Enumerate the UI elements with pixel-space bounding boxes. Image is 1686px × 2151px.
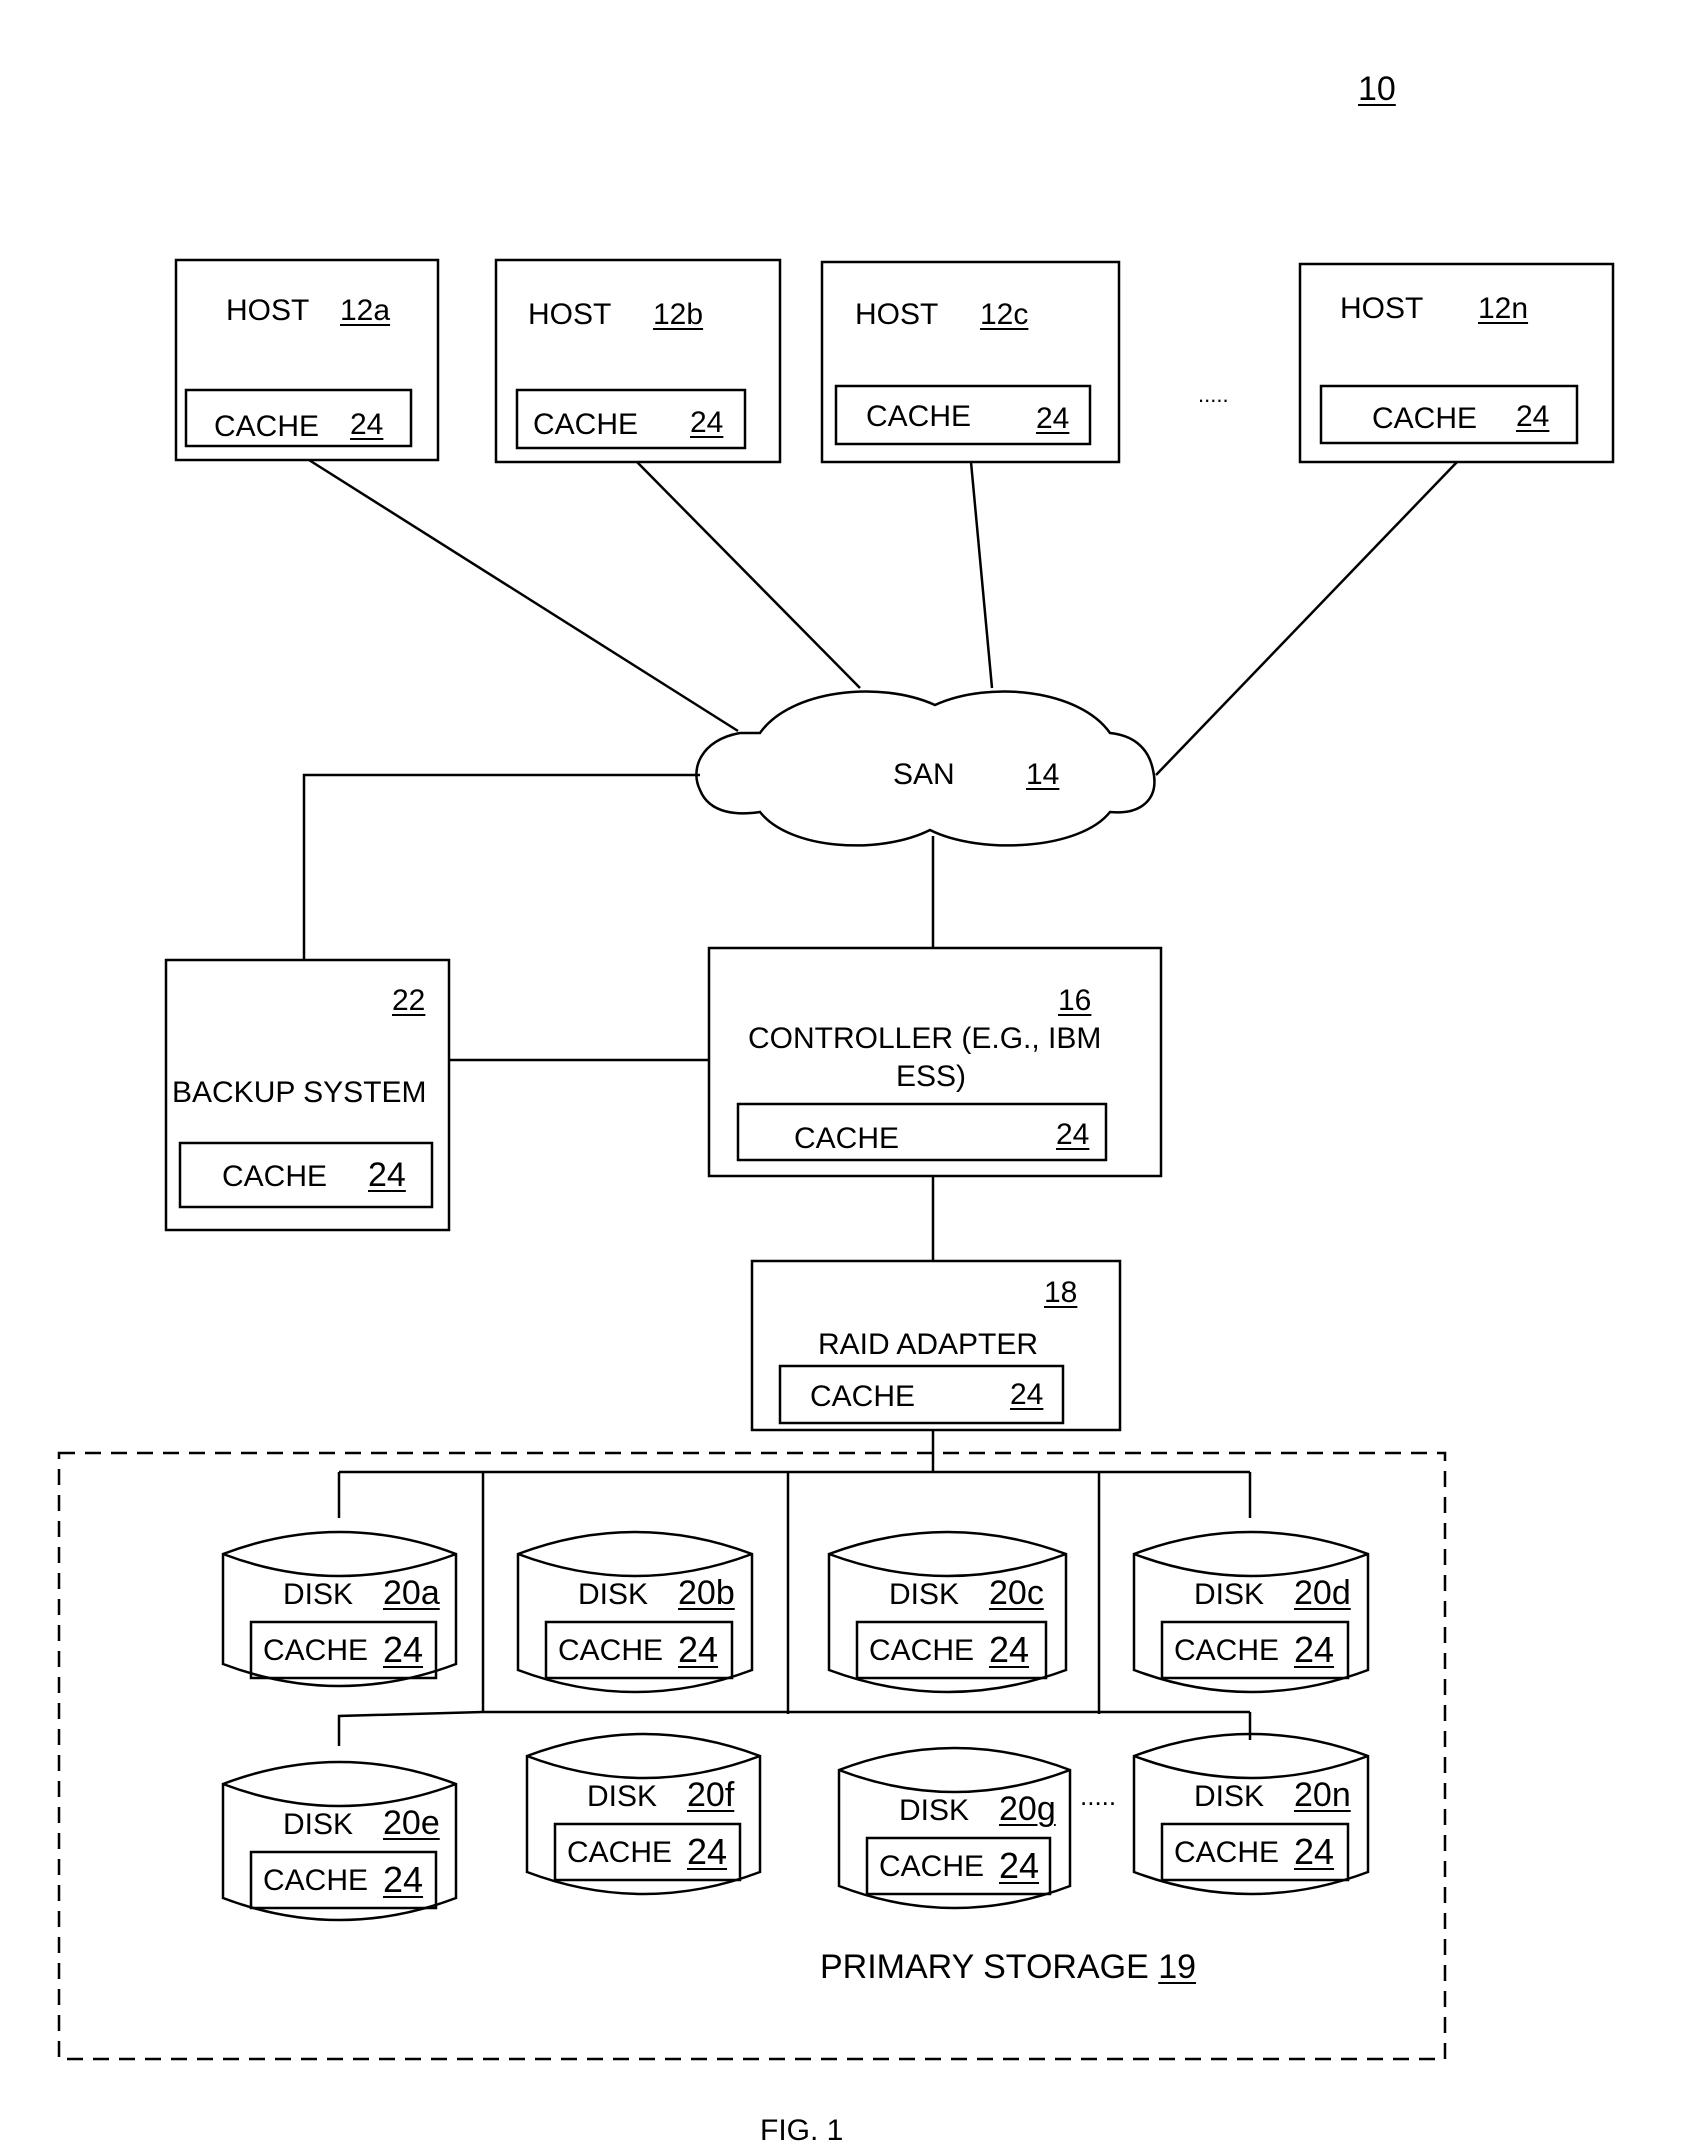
- disk-top-curve: [517, 1552, 753, 1578]
- primary-storage-label: PRIMARY STORAGE 19: [820, 1950, 1196, 1984]
- host-label-12c: HOST: [855, 298, 939, 331]
- disk-cache-label: CACHE: [1174, 1634, 1280, 1667]
- san-ref: 14: [1026, 758, 1060, 791]
- disk-top-curve: [526, 1754, 761, 1780]
- hosts-ellipsis: .....: [1198, 382, 1229, 407]
- disk-label: DISK: [899, 1794, 970, 1827]
- backup-ref: 22: [392, 984, 426, 1017]
- disk-label: DISK: [283, 1578, 354, 1611]
- primary-storage-region: [57, 1451, 1447, 2061]
- disk-top-curve: [828, 1552, 1067, 1578]
- disks-ellipsis: .....: [1080, 1781, 1116, 1811]
- disk-ref: 20d: [1294, 1574, 1351, 1612]
- san-label: SAN: [893, 758, 955, 791]
- disk-cache-label: CACHE: [558, 1634, 664, 1667]
- raid-label: RAID ADAPTER: [818, 1328, 1039, 1361]
- controller-cache-ref: 24: [1056, 1118, 1090, 1151]
- link-host-12b-san: [636, 461, 861, 689]
- host-cache-label-12a: CACHE: [214, 410, 320, 443]
- disk-label: DISK: [283, 1808, 354, 1841]
- host-label-12b: HOST: [528, 298, 612, 331]
- link-host-12n-san: [1155, 461, 1458, 776]
- disk-label: DISK: [578, 1578, 649, 1611]
- disk-ref: 20b: [678, 1574, 735, 1612]
- raid-ref: 18: [1044, 1276, 1078, 1309]
- backup-label: BACKUP SYSTEM: [172, 1076, 427, 1109]
- disk-cache-label: CACHE: [1174, 1836, 1280, 1869]
- disk-cache-ref: 24: [989, 1629, 1030, 1670]
- disk-cache-ref: 24: [1294, 1831, 1335, 1872]
- controller-label-line2: ESS): [896, 1060, 967, 1093]
- host-label-12a: HOST: [226, 294, 310, 327]
- backup-cache-label: CACHE: [222, 1160, 328, 1193]
- primary-storage-text: PRIMARY STORAGE: [820, 1948, 1149, 1986]
- disk-cache-ref: 24: [678, 1629, 719, 1670]
- host-ref-12b: 12b: [653, 298, 704, 331]
- disk-ref: 20a: [383, 1574, 440, 1612]
- link-backup-san: [302, 773, 700, 960]
- disk-label: DISK: [1194, 1578, 1265, 1611]
- controller-label-line1: CONTROLLER (E.G., IBM: [748, 1022, 1102, 1055]
- disk-cache-label: CACHE: [869, 1634, 975, 1667]
- raid-cache-label: CACHE: [810, 1380, 916, 1413]
- figure-ref: 10: [1358, 70, 1396, 108]
- disk-cache-label: CACHE: [263, 1634, 369, 1667]
- disk-ref: 20f: [687, 1776, 735, 1814]
- raid-cache-ref: 24: [1010, 1378, 1044, 1411]
- host-cache-label-12b: CACHE: [533, 408, 639, 441]
- host-cache-ref-12a: 24: [350, 408, 384, 441]
- figure-caption: FIG. 1: [760, 2114, 844, 2147]
- disk-top-curve: [1133, 1552, 1369, 1578]
- host-cache-ref-12c: 24: [1036, 402, 1070, 435]
- disk-ref: 20g: [999, 1790, 1056, 1828]
- disk-cache-label: CACHE: [567, 1836, 673, 1869]
- disk-ref: 20n: [1294, 1776, 1351, 1814]
- link-host-12c-san: [969, 461, 994, 689]
- host-cache-ref-12b: 24: [690, 406, 724, 439]
- controller-ref: 16: [1058, 984, 1092, 1017]
- host-cache-label-12c: CACHE: [866, 400, 972, 433]
- host-ref-12n: 12n: [1478, 292, 1529, 325]
- controller-cache-label: CACHE: [794, 1122, 900, 1155]
- disk-top-curve: [1133, 1754, 1369, 1780]
- disk-label: DISK: [1194, 1780, 1265, 1813]
- host-ref-12c: 12c: [980, 298, 1029, 331]
- disk-label: DISK: [587, 1780, 658, 1813]
- disk-bus-bottom-left: [337, 1710, 484, 1746]
- disk-cache-ref: 24: [999, 1845, 1040, 1886]
- disk-top-curve: [222, 1782, 457, 1808]
- disk-cylinder: [827, 1530, 1068, 1694]
- disk-cache-ref: 24: [383, 1859, 424, 1900]
- disk-label: DISK: [889, 1578, 960, 1611]
- host-cache-ref-12n: 24: [1516, 400, 1550, 433]
- host-ref-12a: 12a: [340, 294, 391, 327]
- host-label-12n: HOST: [1340, 292, 1424, 325]
- disk-cache-ref: 24: [383, 1629, 424, 1670]
- host-cache-label-12n: CACHE: [1372, 402, 1478, 435]
- disk-top-curve: [838, 1768, 1071, 1794]
- disk-ref: 20e: [383, 1804, 440, 1842]
- disk-cache-label: CACHE: [263, 1864, 369, 1897]
- disk-cache-label: CACHE: [879, 1850, 985, 1883]
- disk-cache-ref: 24: [1294, 1629, 1335, 1670]
- primary-storage-ref: 19: [1158, 1948, 1197, 1986]
- disk-cache-ref: 24: [687, 1831, 728, 1872]
- disk-ref: 20c: [989, 1574, 1044, 1612]
- backup-cache-ref: 24: [368, 1156, 406, 1194]
- disk-top-curve: [222, 1552, 457, 1578]
